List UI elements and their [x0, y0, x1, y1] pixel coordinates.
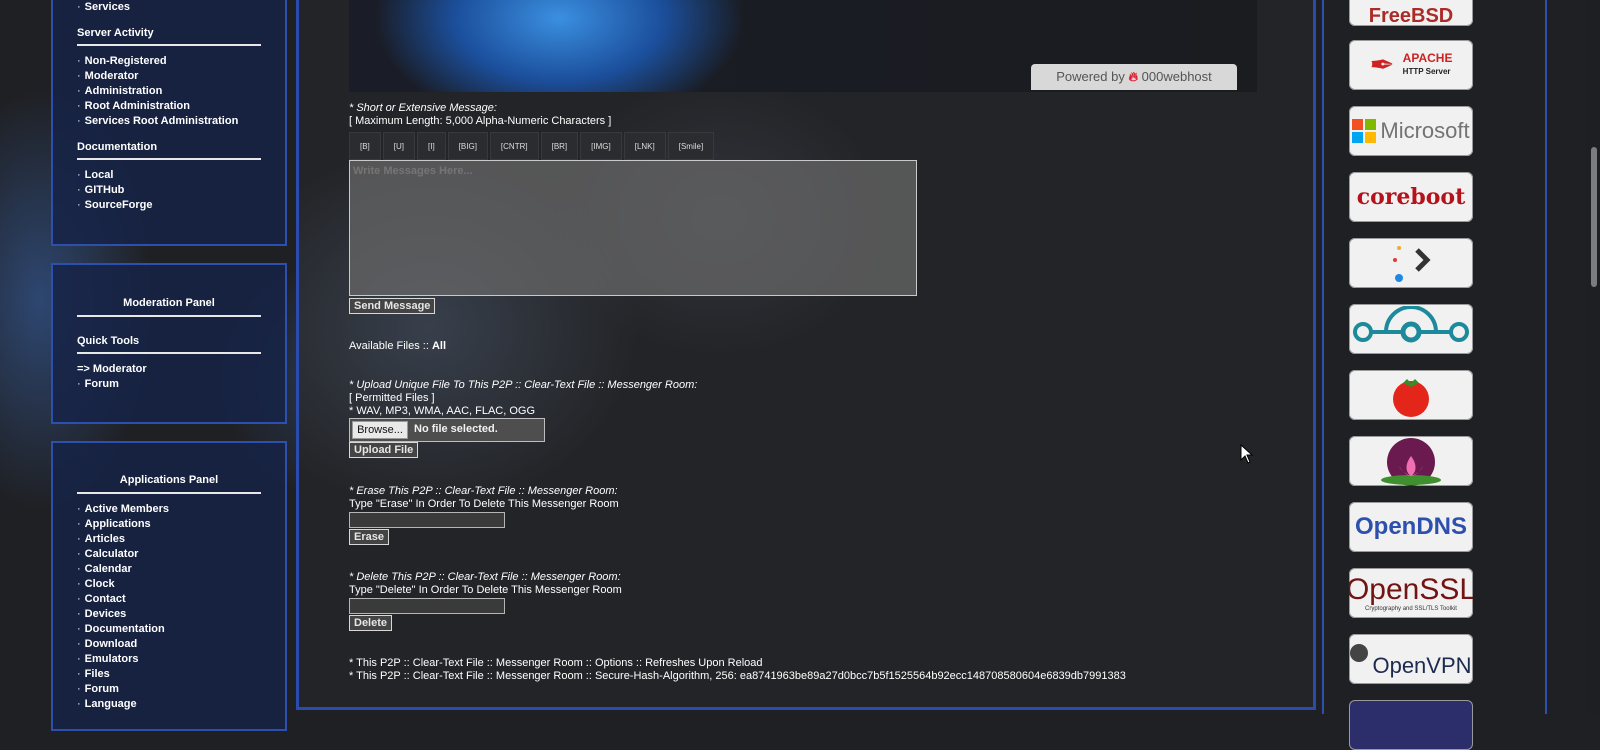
upload-label: * Upload Unique File To This P2P :: Clea…	[349, 379, 698, 391]
sidebar-item-moderator[interactable]: · Moderator	[77, 69, 285, 84]
browse-button[interactable]: Browse...	[352, 421, 408, 439]
right-column-border-outer	[1545, 0, 1547, 714]
scrollbar-thumb[interactable]	[1591, 147, 1597, 287]
coreboot-logo[interactable]: coreboot	[1349, 172, 1473, 222]
format-button-b[interactable]: [B]	[349, 132, 381, 160]
header-banner: Powered by 🔥︎ 000webhost	[349, 0, 1257, 92]
app-item-emulators[interactable]: · Emulators	[77, 652, 285, 667]
erase-label: * Erase This P2P :: Clear-Text File :: M…	[349, 485, 618, 497]
erase-button[interactable]: Erase	[349, 529, 389, 545]
delete-button[interactable]: Delete	[349, 615, 393, 631]
main-content: Powered by 🔥︎ 000webhost * Short or Exte…	[296, 0, 1316, 710]
message-textarea[interactable]	[349, 160, 917, 296]
freebsd-logo[interactable]: FreeBSD	[1349, 0, 1473, 26]
upload-file-button[interactable]: Upload File	[349, 442, 419, 458]
format-button-img[interactable]: [IMG]	[580, 132, 622, 160]
openssl-logo[interactable]: OpenSSL Cryptography and SSL/TLS Toolkit	[1349, 568, 1473, 618]
no-file-selected: No file selected.	[414, 423, 498, 435]
sidebar-navigation-panel: · Services Server Activity · Non-Registere…	[51, 0, 287, 246]
app-item-articles[interactable]: · Articles	[77, 532, 285, 547]
moderation-panel: Moderation Panel Quick Tools => Moderato…	[51, 263, 287, 424]
delete-input[interactable]	[349, 598, 505, 614]
format-button-u[interactable]: [U]	[382, 132, 416, 160]
app-item-documentation[interactable]: · Documentation	[77, 622, 285, 637]
server-activity-heading: Server Activity	[77, 27, 261, 46]
sidebar-item-non-registered[interactable]: · Non-Registered	[77, 54, 285, 69]
apache-logo[interactable]: ✒ APACHE HTTP Server	[1349, 40, 1473, 90]
format-button-big[interactable]: [BIG]	[447, 132, 488, 160]
file-input[interactable]: Browse... No file selected.	[349, 418, 545, 442]
applications-panel-title: Applications Panel	[77, 474, 261, 494]
microsoft-logo[interactable]: Microsoft	[1349, 106, 1473, 156]
lineageos-logo[interactable]	[1349, 304, 1473, 354]
right-column-border	[1322, 0, 1324, 714]
delete-instruction: Type "Delete" In Order To Delete This Me…	[349, 584, 622, 596]
mouse-cursor-icon	[1240, 444, 1254, 464]
sidebar-item-services-root-administration[interactable]: · Services Root Administration	[77, 114, 285, 129]
opendns-logo[interactable]: OpenDNS	[1349, 502, 1473, 552]
quick-tools-list: => Moderator · Forum	[77, 362, 285, 392]
documentation-list: · Local · GITHub · SourceForge	[77, 168, 285, 213]
app-item-files[interactable]: · Files	[77, 667, 285, 682]
available-files-all-link[interactable]: All	[432, 340, 446, 352]
doc-item-github[interactable]: · GITHub	[77, 183, 285, 198]
footer-note-hash: * This P2P :: Clear-Text File :: Messeng…	[349, 670, 1126, 682]
terminal-prompt-icon	[1393, 246, 1431, 282]
format-button-smile[interactable]: [Smile]	[667, 132, 715, 160]
services-list: · Services	[77, 0, 285, 15]
applications-panel: Applications Panel · Active Members · Appli…	[51, 441, 287, 731]
flame-icon: 🔥︎	[1128, 69, 1139, 84]
windows-icon	[1352, 119, 1377, 143]
doc-item-local[interactable]: · Local	[77, 168, 285, 183]
app-item-language[interactable]: · Language	[77, 697, 285, 712]
format-button-cntr[interactable]: [CNTR]	[489, 132, 539, 160]
erase-instruction: Type "Erase" In Order To Delete This Mes…	[349, 498, 619, 510]
doc-item-sourceforge[interactable]: · SourceForge	[77, 198, 285, 213]
app-item-clock[interactable]: · Clock	[77, 577, 285, 592]
app-item-download[interactable]: · Download	[77, 637, 285, 652]
sidebar-item-administration[interactable]: · Administration	[77, 84, 285, 99]
moderation-panel-title: Moderation Panel	[77, 297, 261, 317]
footer-note-refresh: * This P2P :: Clear-Text File :: Messeng…	[349, 657, 763, 669]
format-toolbar: [B] [U] [I] [BIG] [CNTR] [BR] [IMG] [LNK] [Smile…	[349, 132, 715, 160]
delete-label: * Delete This P2P :: Clear-Text File :: …	[349, 571, 621, 583]
app-item-active-members[interactable]: · Active Members	[77, 502, 285, 517]
openvpn-icon	[1350, 644, 1369, 662]
documentation-heading: Documentation	[77, 141, 261, 160]
app-item-calculator[interactable]: · Calculator	[77, 547, 285, 562]
openvpn-logo[interactable]: OpenVPN	[1349, 634, 1473, 684]
sidebar-item-services[interactable]: · Services	[77, 0, 285, 15]
applications-list: · Active Members · Applications · Articles · Ca…	[77, 502, 285, 712]
quick-tools-moderator-link[interactable]: => Moderator	[77, 362, 285, 377]
quick-tools-forum-link[interactable]: · Forum	[77, 377, 285, 392]
permitted-file-types: * WAV, MP3, WMA, AAC, FLAC, OGG	[349, 405, 536, 417]
send-message-button[interactable]: Send Message	[349, 298, 436, 314]
lotus-logo[interactable]	[1349, 436, 1473, 486]
terminal-logo[interactable]	[1349, 238, 1473, 288]
sidebar-item-root-administration[interactable]: · Root Administration	[77, 99, 285, 114]
lineage-icon	[1353, 306, 1469, 343]
quick-tools-heading: Quick Tools	[77, 335, 261, 354]
powered-by-badge[interactable]: Powered by 🔥︎ 000webhost	[1031, 64, 1237, 90]
server-activity-list: · Non-Registered · Moderator · Administration…	[77, 54, 285, 129]
permitted-files-label: [ Permitted Files ]	[349, 392, 435, 404]
app-item-applications[interactable]: · Applications	[77, 517, 285, 532]
format-button-i[interactable]: [I]	[417, 132, 446, 160]
app-item-devices[interactable]: · Devices	[77, 607, 285, 622]
format-button-br[interactable]: [BR]	[540, 132, 579, 160]
app-item-forum[interactable]: · Forum	[77, 682, 285, 697]
feather-icon: ✒	[1369, 48, 1395, 82]
page-scrollbar[interactable]	[1586, 0, 1600, 714]
app-item-calendar[interactable]: · Calendar	[77, 562, 285, 577]
format-button-lnk[interactable]: [LNK]	[623, 132, 666, 160]
lotus-icon	[1381, 438, 1441, 486]
tomato-logo[interactable]	[1349, 370, 1473, 420]
tomato-icon	[1393, 379, 1429, 417]
message-max-length: [ Maximum Length: 5,000 Alpha-Numeric Ch…	[349, 115, 612, 127]
app-item-contact[interactable]: · Contact	[77, 592, 285, 607]
message-label: * Short or Extensive Message:	[349, 102, 497, 114]
next-logo-partial[interactable]	[1349, 700, 1473, 750]
erase-input[interactable]	[349, 512, 505, 528]
available-files: Available Files :: All	[349, 340, 447, 352]
